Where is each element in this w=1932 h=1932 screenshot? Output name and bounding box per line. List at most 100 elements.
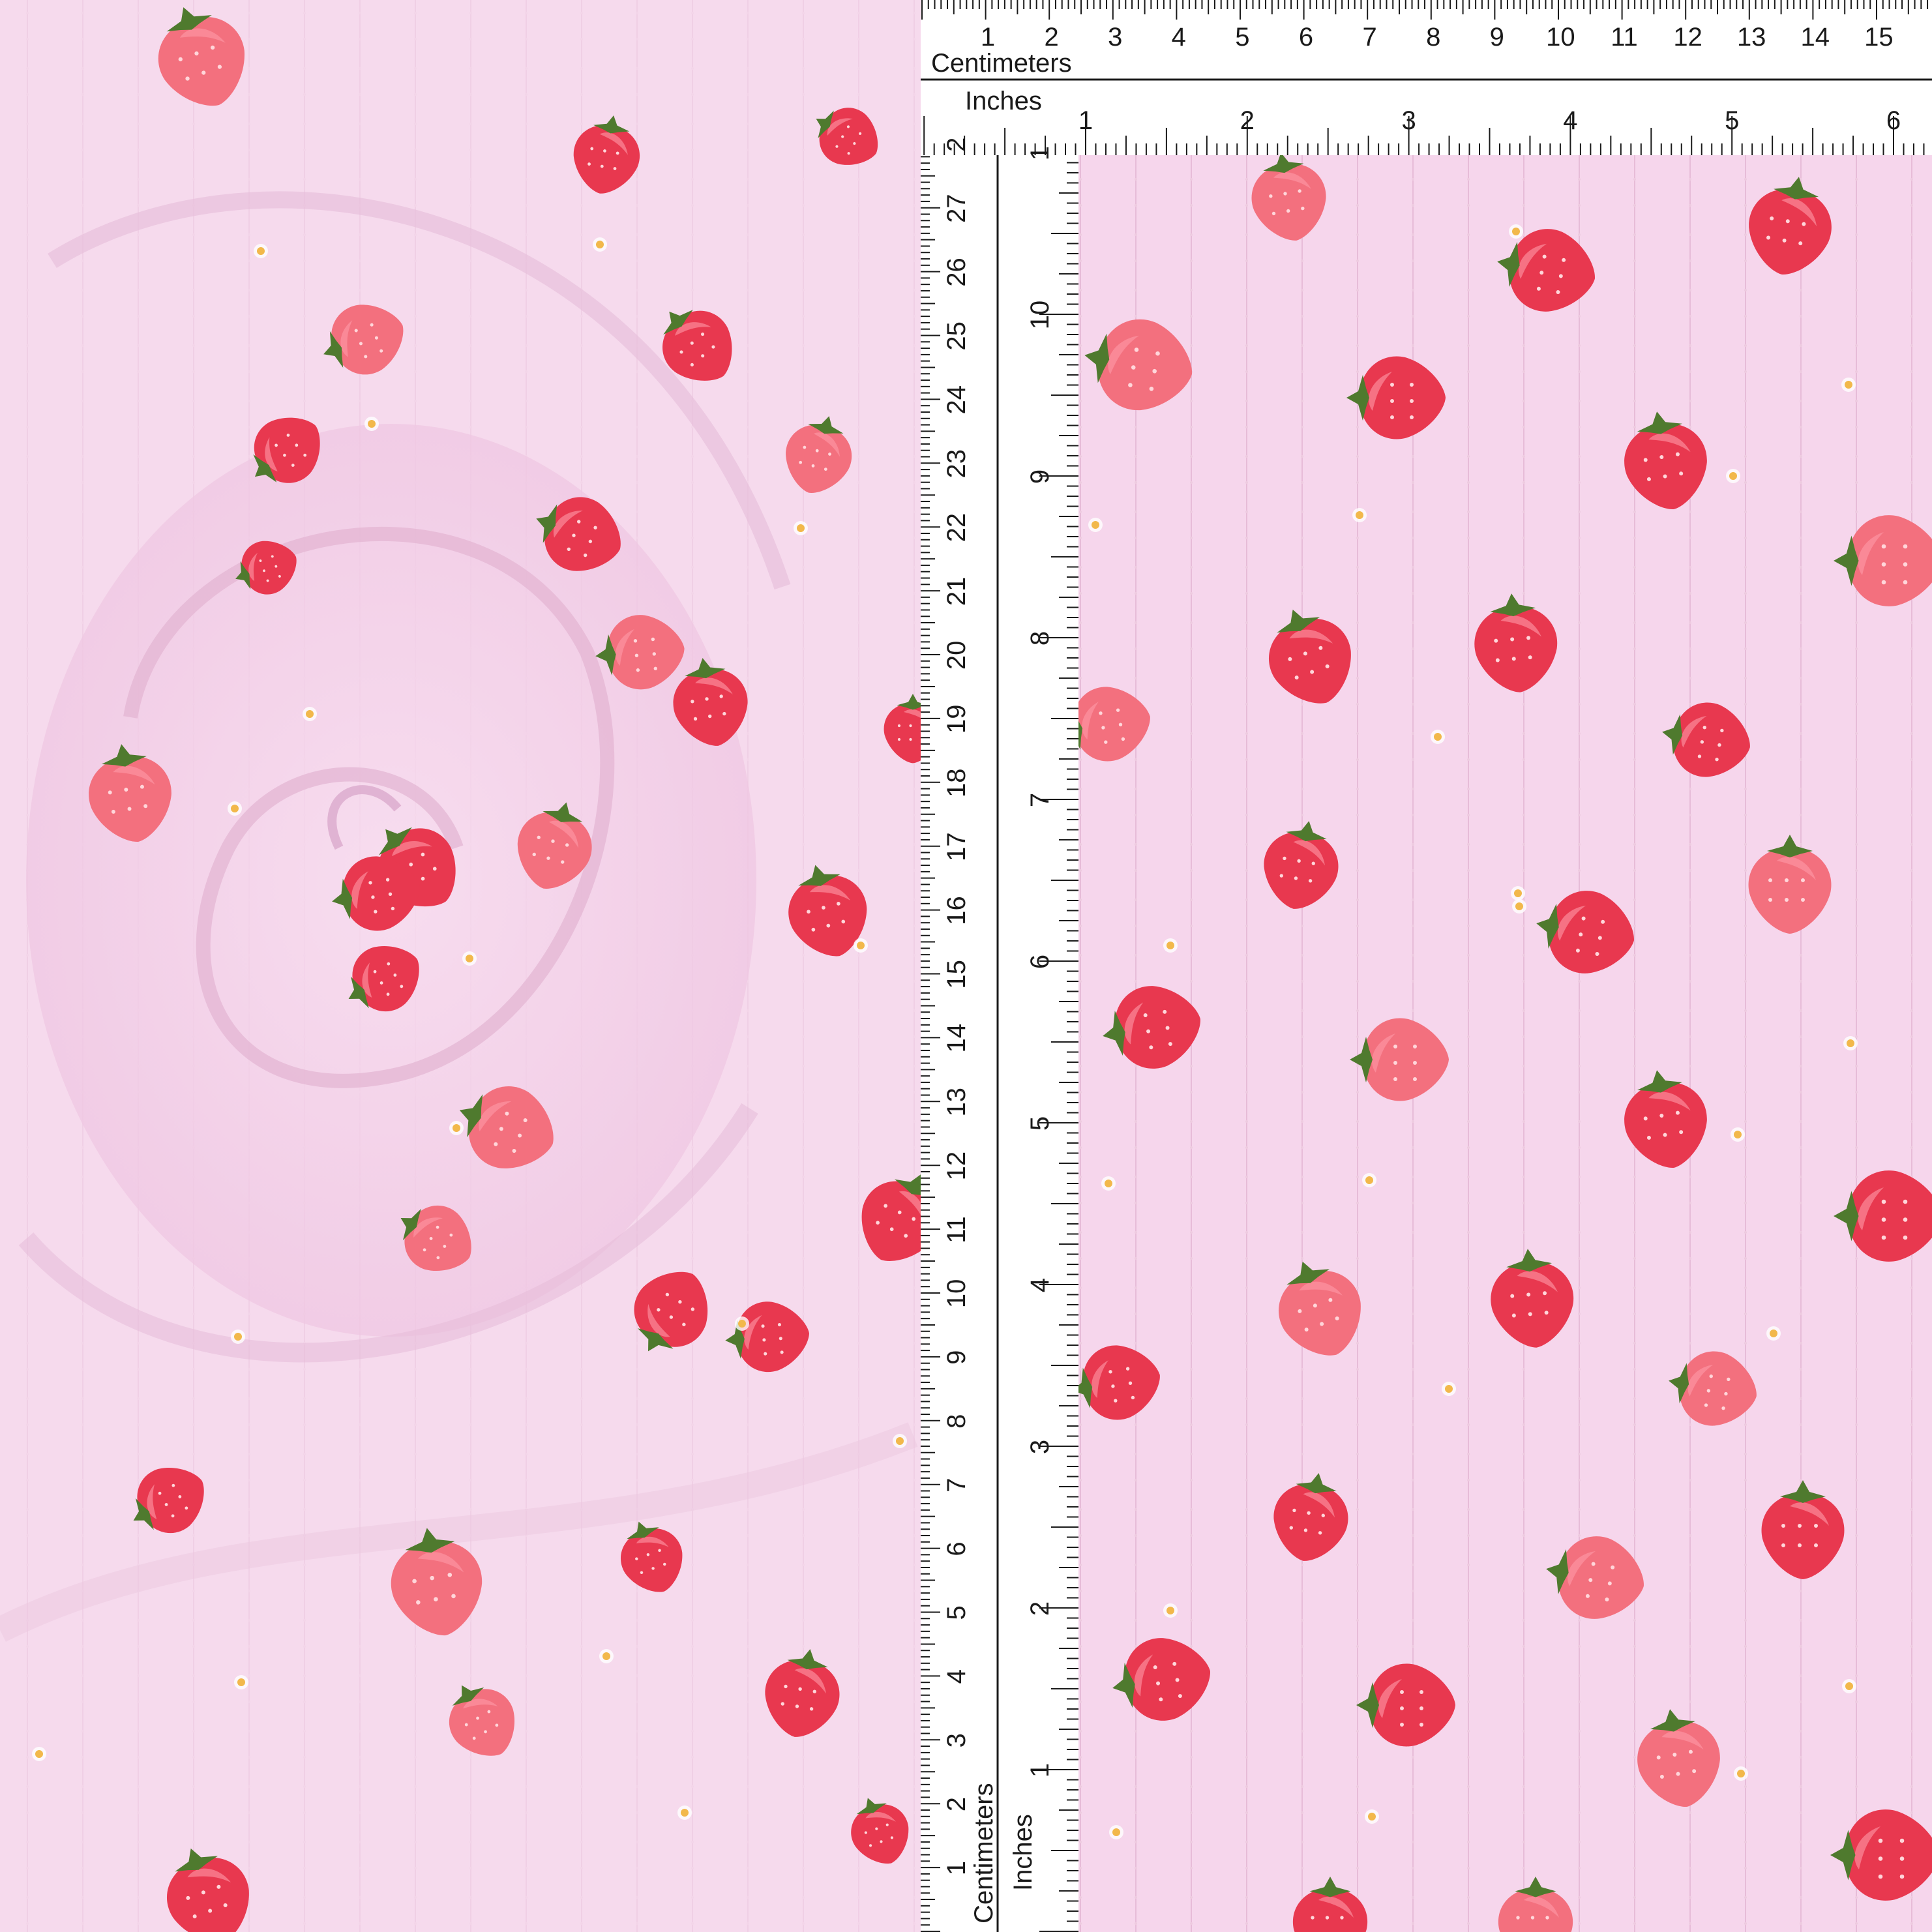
left-inch-number: 4	[1026, 1278, 1054, 1292]
left-cm-number: 11	[942, 1216, 971, 1243]
flower-dot	[677, 1806, 692, 1820]
left-cm-number: 13	[942, 1088, 971, 1117]
flower-dot	[1843, 1036, 1858, 1050]
flower-dot	[893, 1434, 907, 1448]
flower-dot	[1766, 1326, 1781, 1341]
top-cm-number: 8	[1426, 23, 1440, 52]
top-centimeters-label: Centimeters	[931, 49, 1072, 78]
left-cm-number: 19	[942, 705, 971, 734]
flower-dot	[1362, 1173, 1376, 1187]
flower-dot	[1842, 1679, 1856, 1693]
flower-dot	[599, 1649, 614, 1663]
top-cm-number: 10	[1546, 23, 1575, 52]
left-inch-number: 6	[1026, 955, 1054, 969]
flower-dot	[462, 951, 477, 966]
left-cm-number: 3	[942, 1733, 971, 1747]
top-cm-number: 2	[1044, 23, 1058, 52]
flower-dot	[1352, 508, 1367, 522]
flower-dot	[364, 417, 379, 431]
top-cm-number: 1	[981, 23, 995, 52]
flower-dot	[1088, 518, 1103, 532]
left-cm-number: 16	[942, 896, 971, 925]
fabric-swirl	[0, 0, 921, 1932]
top-cm-number: 4	[1172, 23, 1186, 52]
top-cm-number: 11	[1611, 23, 1638, 52]
top-inch-number: 3	[1401, 106, 1416, 135]
left-cm-number: 7	[942, 1478, 971, 1492]
left-cm-number: 10	[942, 1279, 971, 1309]
left-inch-number: 3	[1026, 1440, 1054, 1454]
flower-dot	[1109, 1825, 1123, 1839]
left-inch-number: 1	[1026, 1763, 1054, 1777]
left-cm-number: 26	[942, 258, 971, 287]
left-inch-number: 1	[1026, 146, 1054, 160]
top-inch-number: 4	[1563, 106, 1577, 135]
top-inch-number: 2	[1240, 106, 1255, 135]
flower-dot	[449, 1121, 464, 1135]
left-inch-number: 10	[1026, 301, 1054, 330]
flower-dot	[1731, 1127, 1745, 1142]
top-inch-number: 1	[1078, 106, 1093, 135]
flower-dot	[1734, 1766, 1748, 1781]
flower-dot	[854, 938, 868, 953]
top-cm-number: 7	[1362, 23, 1376, 52]
left-cm-number: 4	[942, 1669, 971, 1684]
left-cm-number: 6	[942, 1541, 971, 1556]
left-cm-number: 15	[942, 960, 971, 989]
flower-dot	[1511, 886, 1525, 900]
left-cm-number: 2	[942, 138, 971, 152]
left-inch-number: 8	[1026, 631, 1054, 646]
top-inch-number: 6	[1886, 106, 1901, 135]
top-cm-number: 15	[1864, 23, 1894, 52]
left-cm-number: 21	[942, 577, 971, 606]
flower-dot	[234, 1675, 248, 1689]
flower-dot	[1509, 224, 1523, 239]
top-cm-number: 9	[1490, 23, 1504, 52]
flower-dot	[254, 244, 268, 258]
left-cm-number: 2	[942, 1797, 971, 1811]
left-cm-number: 8	[942, 1414, 971, 1429]
flower-dot	[794, 521, 808, 535]
left-inch-number: 2	[1026, 1601, 1054, 1616]
top-cm-number: 12	[1673, 23, 1702, 52]
left-cm-number: 24	[942, 385, 971, 415]
flower-dot	[1101, 1176, 1116, 1191]
top-cm-number: 3	[1108, 23, 1122, 52]
flower-dot	[1163, 1603, 1178, 1618]
flower-dot	[1726, 469, 1740, 483]
left-cm-number: 12	[942, 1152, 971, 1181]
flower-dot	[32, 1747, 46, 1761]
left-cm-number: 5	[942, 1605, 971, 1620]
fabric-photo: Centimeters Inches 1 2 3 4 5 6 7 8 9 10 11 12 13 14 15…	[0, 0, 1932, 1932]
left-cm-number: 17	[942, 832, 971, 861]
flower-dot	[1442, 1382, 1456, 1396]
flower-dot	[1841, 378, 1856, 392]
left-cm-number: 23	[942, 449, 971, 479]
left-inch-number: 9	[1026, 469, 1054, 484]
left-cm-number: 22	[942, 513, 971, 542]
flower-dot	[735, 1316, 749, 1331]
top-cm-number: 6	[1299, 23, 1313, 52]
flower-dot	[1163, 938, 1178, 953]
left-ruler: 1234567891011121314151617181920212223242…	[921, 138, 1078, 1932]
top-inch-number: 5	[1725, 106, 1739, 135]
top-cm-number: 5	[1235, 23, 1249, 52]
top-ruler: Centimeters Inches 1 2 3 4 5 6 7 8 9 10 11 12 13 14 15…	[921, 0, 1932, 155]
left-inch-number: 7	[1026, 793, 1054, 807]
left-cm-number: 1	[942, 1861, 971, 1875]
left-inch-number: 5	[1026, 1116, 1054, 1131]
left-centimeters-label: Centimeters	[970, 1783, 998, 1924]
flower-dot	[303, 707, 317, 721]
top-inches-label: Inches	[965, 87, 1042, 115]
flower-dot	[1512, 899, 1526, 914]
flower-dot	[1365, 1809, 1379, 1824]
flower-dot	[228, 801, 242, 816]
top-cm-number: 13	[1737, 23, 1766, 52]
left-cm-number: 9	[942, 1350, 971, 1365]
left-cm-number: 25	[942, 321, 971, 351]
flower-dot	[1431, 730, 1445, 744]
flower-dot	[593, 237, 607, 252]
top-cm-number: 14	[1801, 23, 1830, 52]
left-cm-number: 18	[942, 768, 971, 797]
left-cm-number: 27	[942, 194, 971, 223]
